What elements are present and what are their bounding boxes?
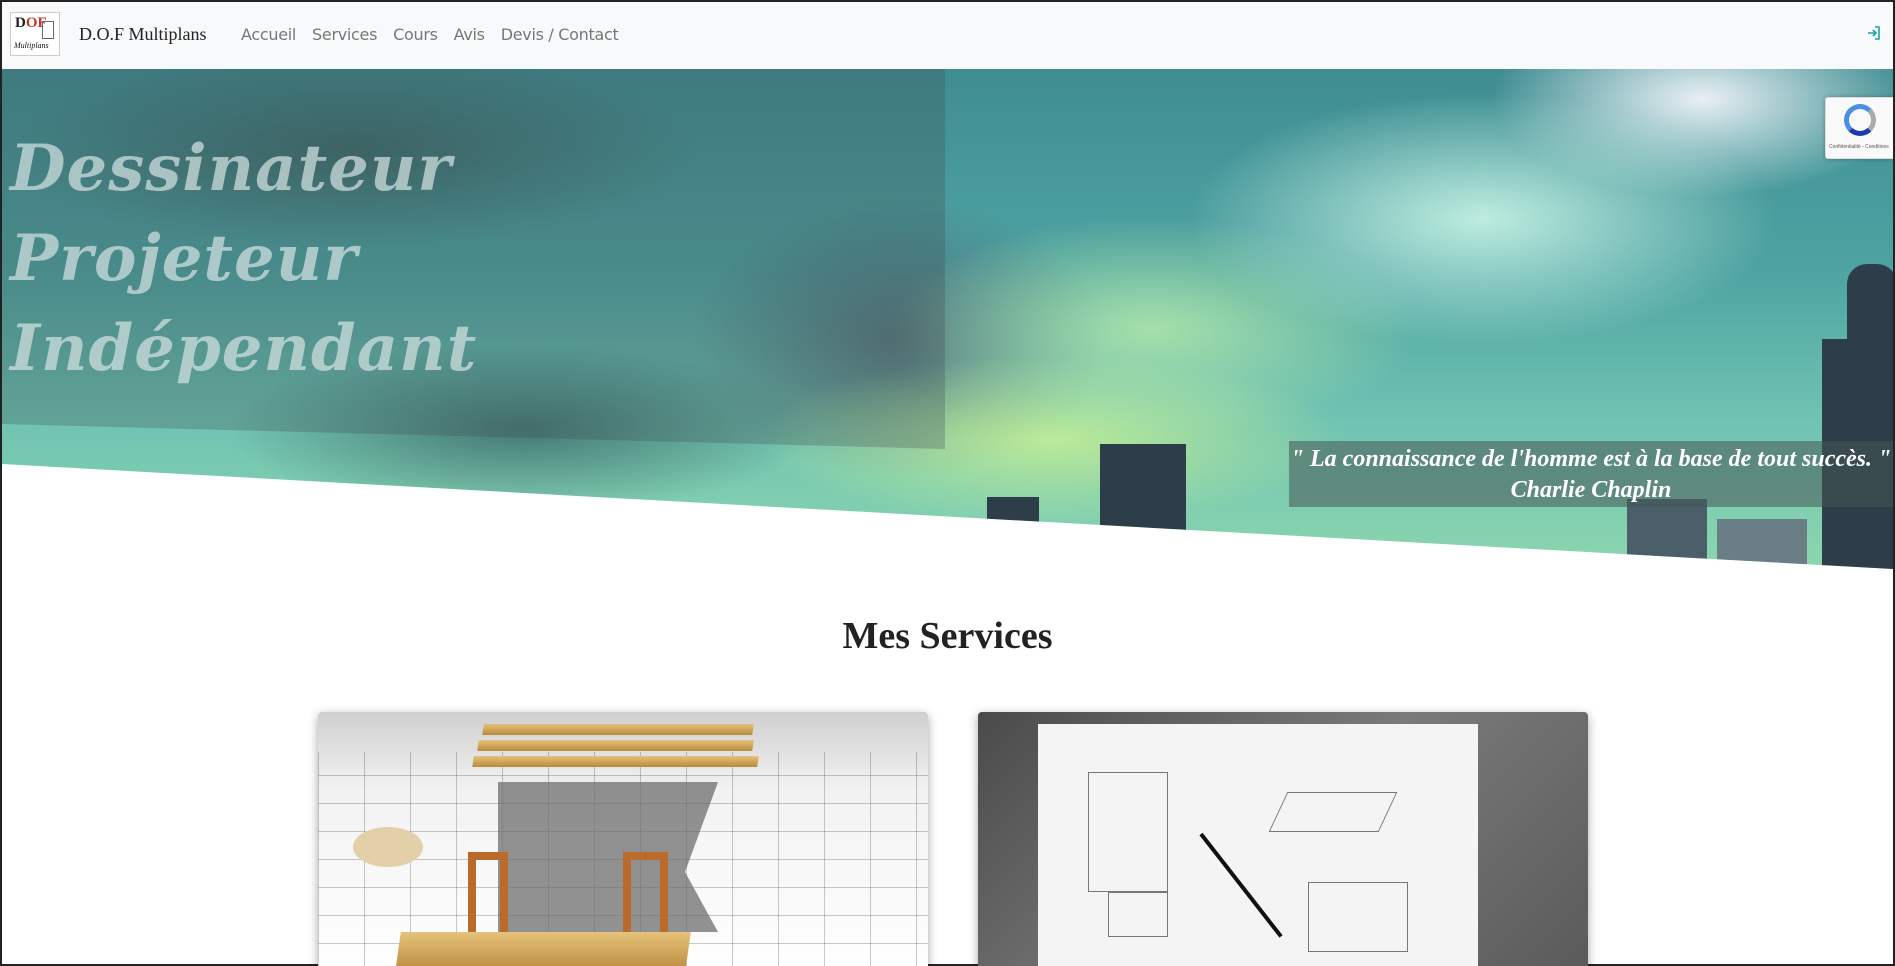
hero-banner: Dessinateur Projeteur Indépendant " La co…: [2, 69, 1893, 569]
services-title: Mes Services: [842, 615, 1053, 657]
service-card-sketches[interactable]: [978, 712, 1588, 966]
hero-title: Dessinateur Projeteur Indépendant: [10, 131, 478, 386]
nav-link-accueil[interactable]: Accueil: [241, 25, 296, 44]
nav-link-cours[interactable]: Cours: [393, 25, 438, 44]
recaptcha-text: Confidentialité - Conditions: [1829, 144, 1889, 150]
nav-link-services[interactable]: Services: [312, 25, 377, 44]
service-card-plans[interactable]: [318, 712, 928, 966]
hero-quote: " La connaissance de l'homme est à la ba…: [1289, 441, 1893, 507]
brand-name[interactable]: D.O.F Multiplans: [79, 24, 207, 45]
nav-link-devis-contact[interactable]: Devis / Contact: [501, 25, 619, 44]
logo-graphic: [42, 21, 54, 39]
recaptcha-icon: [1844, 104, 1876, 136]
navbar: DOF Multiplans D.O.F Multiplans Accueil …: [2, 2, 1893, 69]
logo[interactable]: DOF Multiplans: [10, 12, 60, 56]
nav-link-avis[interactable]: Avis: [454, 25, 485, 44]
quote-author: Charlie Chaplin: [1510, 477, 1672, 503]
recaptcha-badge[interactable]: Confidentialité - Conditions: [1825, 97, 1893, 159]
sign-in-icon[interactable]: [1865, 25, 1883, 43]
logo-subtext: Multiplans: [14, 41, 49, 50]
main-nav: Accueil Services Cours Avis Devis / Cont…: [241, 25, 619, 44]
quote-text: " La connaissance de l'homme est à la ba…: [1290, 446, 1892, 472]
